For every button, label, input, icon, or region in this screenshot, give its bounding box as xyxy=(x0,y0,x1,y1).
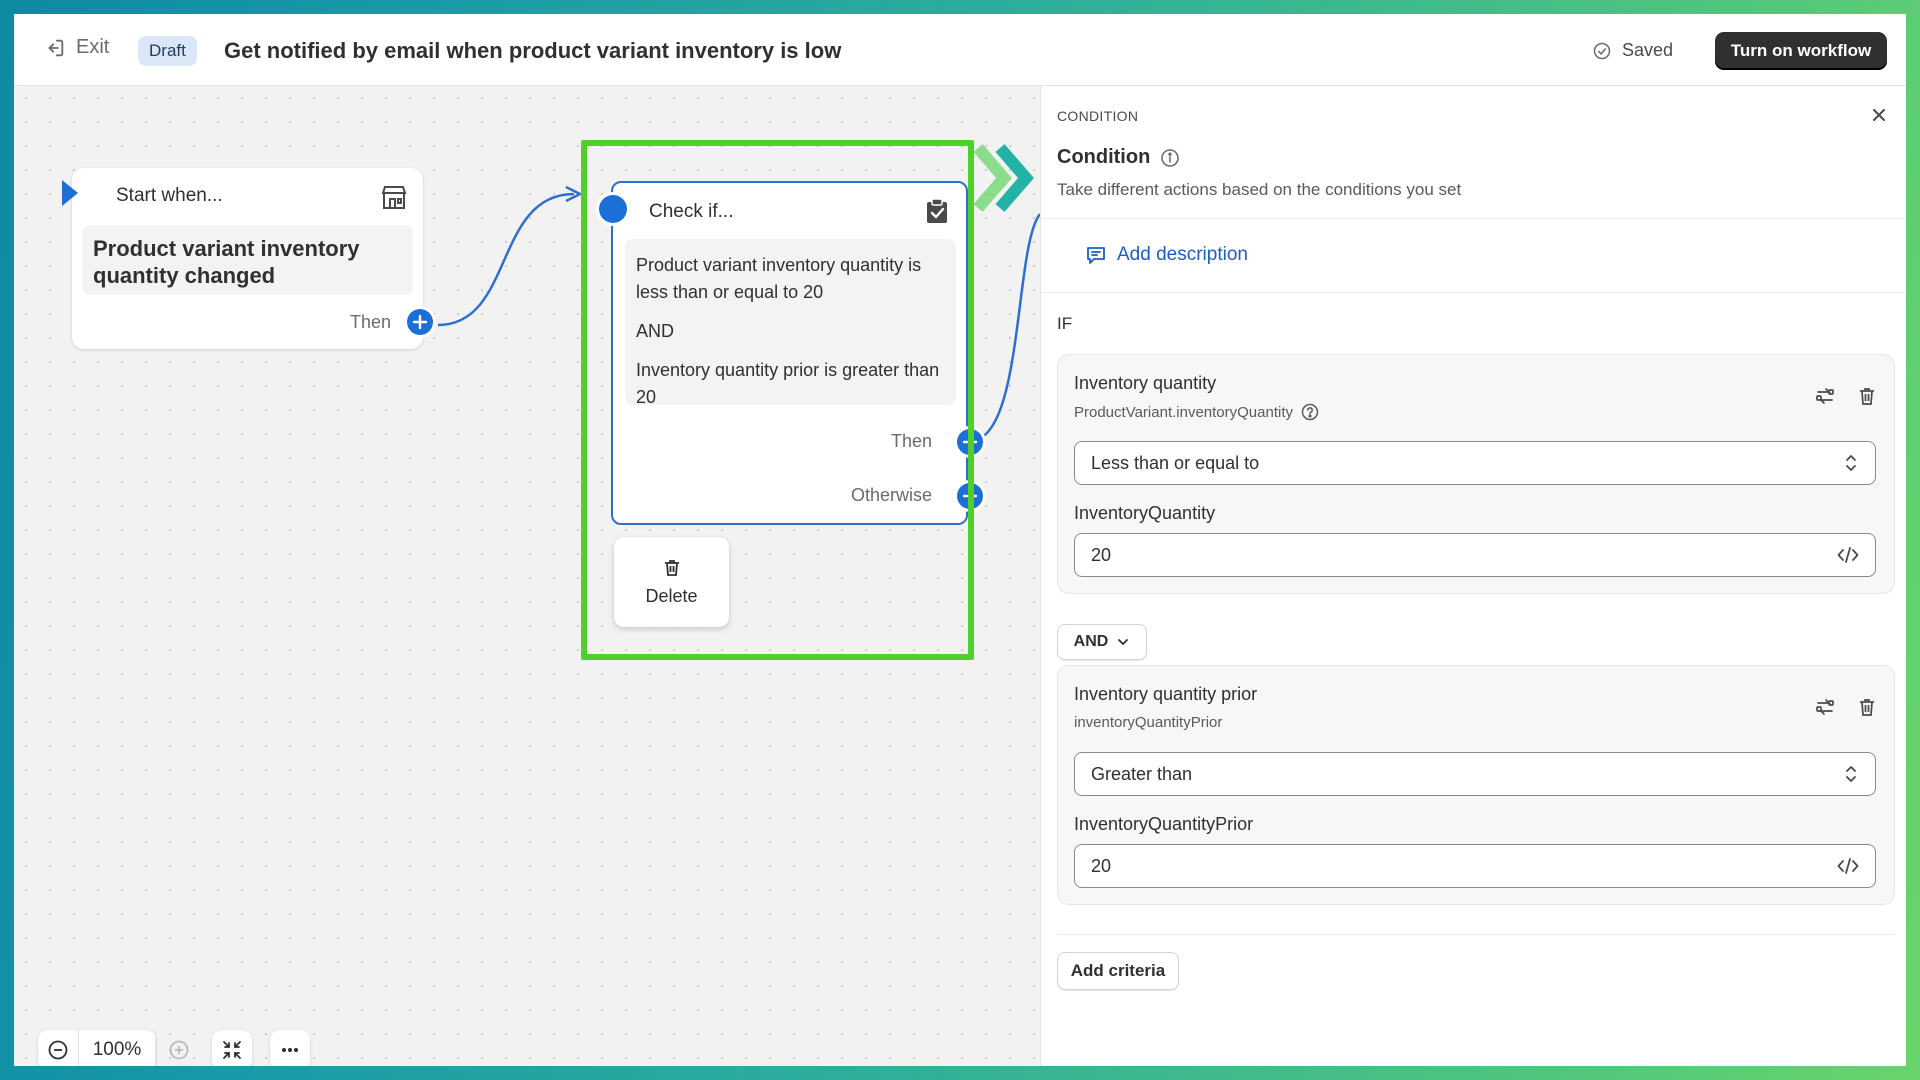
zoom-level[interactable]: 100% xyxy=(78,1030,156,1066)
condition-node[interactable]: Check if... Product variant inventory qu… xyxy=(599,181,983,525)
trigger-description: Product variant inventory quantity chang… xyxy=(82,225,413,295)
close-icon[interactable] xyxy=(1868,104,1890,126)
saved-status: Saved xyxy=(1592,40,1673,61)
trash-icon[interactable] xyxy=(1856,385,1878,407)
plus-icon xyxy=(962,488,978,504)
delete-node-button[interactable]: Delete xyxy=(614,537,729,627)
operator-select[interactable]: Less than or equal to xyxy=(1074,441,1876,485)
code-icon[interactable] xyxy=(1837,546,1859,564)
panel-title-text: Condition xyxy=(1057,146,1151,168)
condition-panel: CONDITION Condition Take different actio… xyxy=(1040,86,1906,1066)
criterion-path: ProductVariant.inventoryQuantity xyxy=(1074,403,1319,421)
condition-line-1: Product variant inventory quantity is le… xyxy=(636,255,922,302)
collapse-icon xyxy=(223,1041,241,1059)
value-label: InventoryQuantity xyxy=(1074,503,1216,523)
panel-eyebrow: CONDITION xyxy=(1057,108,1139,124)
workflow-canvas[interactable]: Start when... Product variant inventory … xyxy=(14,86,1040,1066)
add-step-button[interactable] xyxy=(407,309,433,335)
more-options-button[interactable] xyxy=(270,1030,310,1066)
check-circle-icon xyxy=(1593,42,1611,59)
code-icon[interactable] xyxy=(1837,857,1859,875)
if-label: IF xyxy=(1057,314,1073,333)
operator-value: Greater than xyxy=(1091,763,1193,784)
chevron-down-icon xyxy=(1118,639,1129,645)
top-bar: Exit Draft Get notified by email when pr… xyxy=(14,14,1906,86)
workflow-editor-app: Exit Draft Get notified by email when pr… xyxy=(14,14,1906,1066)
criterion-name: Inventory quantity prior xyxy=(1074,684,1258,704)
zoom-in-icon xyxy=(169,1040,189,1060)
delete-label: Delete xyxy=(645,585,698,606)
exit-label: Exit xyxy=(76,36,110,58)
status-badge: Draft xyxy=(138,36,197,66)
turn-on-workflow-button[interactable]: Turn on workflow xyxy=(1715,32,1887,70)
comment-icon xyxy=(1087,247,1105,264)
value-label: InventoryQuantityPrior xyxy=(1074,814,1254,834)
plus-icon xyxy=(962,434,978,450)
value-input[interactable]: 20 xyxy=(1074,844,1876,888)
plus-icon xyxy=(412,314,428,330)
criterion-actions xyxy=(1814,696,1878,718)
divider xyxy=(1041,218,1906,219)
criterion-path-text: ProductVariant.inventoryQuantity xyxy=(1074,403,1294,421)
exit-button[interactable]: Exit xyxy=(44,36,109,59)
divider xyxy=(1041,292,1906,293)
condition-summary: Product variant inventory quantity is le… xyxy=(625,239,956,407)
condition-operator: AND xyxy=(636,321,675,341)
chevron-up-down-icon xyxy=(1846,766,1856,782)
divider xyxy=(1057,934,1895,935)
zoom-out-icon xyxy=(48,1040,68,1060)
add-description-label: Add description xyxy=(1117,244,1248,265)
workflow-title: Get notified by email when product varia… xyxy=(224,38,842,63)
criterion-path-text: inventoryQuantityPrior xyxy=(1074,714,1223,731)
add-description-link[interactable]: Add description xyxy=(1085,244,1248,266)
criterion-path: inventoryQuantityPrior xyxy=(1074,714,1222,731)
start-trigger-node[interactable]: Start when... Product variant inventory … xyxy=(62,168,433,349)
start-flag-icon xyxy=(62,180,78,206)
join-operator-label: AND xyxy=(1073,633,1109,650)
add-criteria-button[interactable]: Add criteria xyxy=(1057,952,1179,990)
info-icon[interactable] xyxy=(1160,148,1180,168)
chevron-up-down-icon xyxy=(1846,455,1856,471)
fit-to-screen-button[interactable] xyxy=(212,1030,252,1066)
value-input[interactable]: 20 xyxy=(1074,533,1876,577)
operator-select[interactable]: Greater than xyxy=(1074,752,1876,796)
trash-icon[interactable] xyxy=(1856,696,1878,718)
criterion-name: Inventory quantity xyxy=(1074,373,1217,393)
zoom-group: 100% xyxy=(38,1030,156,1066)
criterion-card: Inventory quantity ProductVariant.invent… xyxy=(1057,354,1895,594)
zoom-in-button[interactable] xyxy=(164,1035,194,1065)
criterion-actions xyxy=(1814,385,1878,407)
add-otherwise-step-button[interactable] xyxy=(957,483,983,509)
value-text: 20 xyxy=(1091,855,1112,876)
add-then-step-button[interactable] xyxy=(957,429,983,455)
value-text: 20 xyxy=(1091,544,1112,565)
zoom-out-button[interactable] xyxy=(38,1030,78,1066)
condition-node-label: Check if... xyxy=(649,201,734,222)
more-horizontal-icon xyxy=(282,1048,298,1052)
operator-value: Less than or equal to xyxy=(1091,452,1260,473)
panel-subtitle: Take different actions based on the cond… xyxy=(1057,180,1462,199)
clipboard-check-icon xyxy=(927,198,947,223)
help-icon[interactable] xyxy=(1301,403,1319,421)
start-node-label: Start when... xyxy=(116,185,223,206)
otherwise-label: Otherwise xyxy=(850,485,932,505)
swap-variable-icon[interactable] xyxy=(1814,385,1836,407)
join-operator-button[interactable]: AND xyxy=(1057,624,1147,660)
swap-variable-icon[interactable] xyxy=(1814,696,1836,718)
criterion-card: Inventory quantity prior inventoryQuanti… xyxy=(1057,665,1895,905)
then-label: Then xyxy=(349,312,391,332)
condition-line-2: Inventory quantity prior is greater than… xyxy=(636,360,940,407)
zoom-controls: 100% xyxy=(38,1030,310,1066)
store-icon xyxy=(381,186,407,209)
saved-label: Saved xyxy=(1622,40,1674,60)
panel-title: Condition xyxy=(1057,146,1180,169)
exit-icon xyxy=(48,39,64,56)
then-label: Then xyxy=(890,431,932,451)
input-connector-dot xyxy=(599,195,627,223)
trash-icon xyxy=(664,559,679,576)
